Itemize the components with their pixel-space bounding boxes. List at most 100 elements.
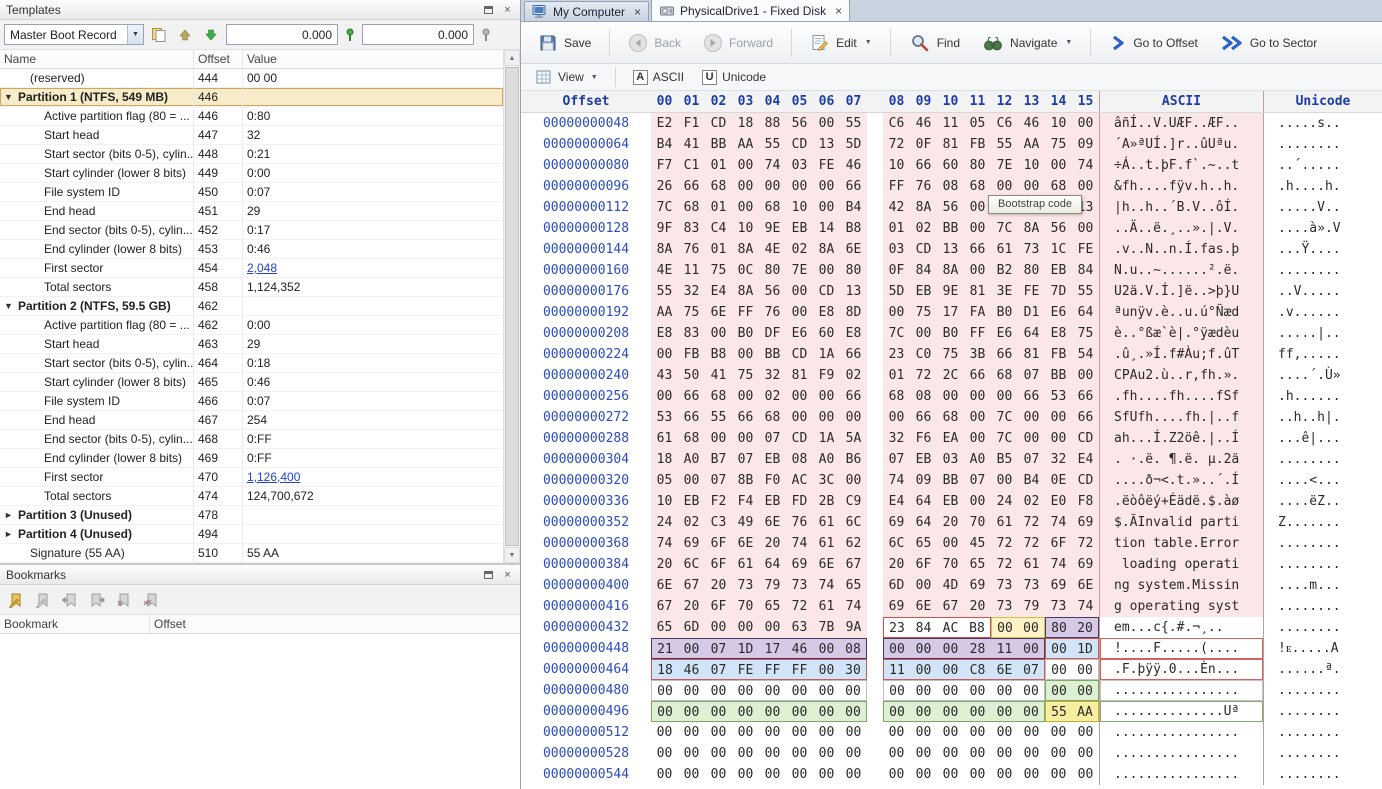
hex-byte-cell[interactable]: 08 bbox=[910, 386, 937, 407]
hex-byte-cell[interactable]: 01 bbox=[883, 218, 910, 239]
hex-byte-cell[interactable]: 8A bbox=[651, 239, 678, 260]
template-offset-field-2[interactable]: 0.000 bbox=[362, 24, 474, 45]
hex-byte-cell[interactable]: 00 bbox=[651, 722, 678, 743]
hex-ascii-cell[interactable]: .v..N..n.Í.fas.þ bbox=[1099, 239, 1264, 260]
hex-byte-cell[interactable]: 80 bbox=[1018, 260, 1045, 281]
hex-byte-cell[interactable]: 00 bbox=[1072, 176, 1099, 197]
hex-byte-cell[interactable]: 8A bbox=[813, 239, 840, 260]
hex-unicode-cell[interactable]: ........ bbox=[1264, 680, 1382, 701]
hex-unicode-cell[interactable]: ........ bbox=[1264, 617, 1382, 638]
hex-byte-cell[interactable]: 70 bbox=[937, 554, 964, 575]
hex-byte-cell[interactable]: 00 bbox=[964, 764, 991, 785]
tab-my-computer[interactable]: My Computer × bbox=[524, 1, 649, 21]
hex-byte-cell[interactable]: 00 bbox=[1072, 218, 1099, 239]
hex-byte-cell[interactable]: 00 bbox=[732, 344, 759, 365]
hex-byte-cell[interactable]: 55 bbox=[840, 113, 867, 134]
hex-byte-cell[interactable]: 9E bbox=[937, 281, 964, 302]
hex-byte-cell[interactable]: 69 bbox=[1072, 512, 1099, 533]
hex-byte-cell[interactable]: FE bbox=[813, 155, 840, 176]
hex-byte-cell[interactable]: FB bbox=[1045, 344, 1072, 365]
hex-byte-cell[interactable]: 00 bbox=[813, 638, 840, 659]
hex-byte-cell[interactable]: 7C bbox=[651, 197, 678, 218]
hex-byte-cell[interactable]: 0C bbox=[732, 260, 759, 281]
hex-byte-cell[interactable]: 00 bbox=[1018, 743, 1045, 764]
hex-byte-cell[interactable]: 83 bbox=[678, 218, 705, 239]
hex-byte-cell[interactable]: 8A bbox=[732, 239, 759, 260]
collapse-arrow-icon[interactable]: ▼ bbox=[4, 297, 16, 315]
hex-byte-cell[interactable]: 32 bbox=[883, 428, 910, 449]
hex-byte-cell[interactable]: 3C bbox=[813, 470, 840, 491]
hex-byte-cell[interactable]: 83 bbox=[678, 323, 705, 344]
hex-ascii-cell[interactable]: em...c{.#.¬¸.. bbox=[1099, 617, 1264, 638]
hex-byte-cell[interactable]: 7C bbox=[991, 428, 1018, 449]
hex-byte-cell[interactable]: 00 bbox=[813, 113, 840, 134]
hex-byte-cell[interactable]: F7 bbox=[651, 155, 678, 176]
hex-byte-cell[interactable]: CD bbox=[786, 344, 813, 365]
hex-byte-cell[interactable]: 65 bbox=[840, 575, 867, 596]
hex-byte-cell[interactable]: 7D bbox=[1045, 281, 1072, 302]
hex-byte-cell[interactable]: 72 bbox=[786, 596, 813, 617]
hex-byte-cell[interactable]: 46 bbox=[786, 638, 813, 659]
hex-byte-cell[interactable]: 75 bbox=[705, 260, 732, 281]
hex-byte-cell[interactable]: 28 bbox=[964, 638, 991, 659]
hex-byte-cell[interactable]: 66 bbox=[1018, 386, 1045, 407]
hex-byte-cell[interactable]: EB bbox=[759, 491, 786, 512]
hex-byte-cell[interactable]: 3B bbox=[964, 344, 991, 365]
hex-byte-cell[interactable]: 66 bbox=[732, 407, 759, 428]
hex-byte-cell[interactable]: 00 bbox=[964, 722, 991, 743]
template-field-row[interactable]: Start cylinder (lower 8 bits)4490:00 bbox=[0, 164, 503, 183]
hex-byte-cell[interactable]: 20 bbox=[937, 512, 964, 533]
hex-byte-cell[interactable]: 00 bbox=[840, 407, 867, 428]
hex-byte-cell[interactable]: 72 bbox=[910, 365, 937, 386]
hex-byte-cell[interactable]: 00 bbox=[651, 344, 678, 365]
collapse-arrow-icon[interactable]: ▼ bbox=[4, 88, 16, 106]
template-field-row[interactable]: Signature (55 AA)51055 AA bbox=[0, 544, 503, 563]
hex-byte-cell[interactable]: 66 bbox=[678, 407, 705, 428]
hex-ascii-cell[interactable]: N.u..~......².ë. bbox=[1099, 260, 1264, 281]
hex-byte-cell[interactable]: 74 bbox=[1072, 155, 1099, 176]
hex-byte-cell[interactable]: 00 bbox=[910, 680, 937, 701]
hex-unicode-cell[interactable]: ......ª. bbox=[1264, 659, 1382, 680]
hex-byte-cell[interactable]: 74 bbox=[883, 470, 910, 491]
bookmark-prev-icon[interactable] bbox=[60, 590, 80, 610]
hex-byte-cell[interactable]: 14 bbox=[813, 218, 840, 239]
hex-byte-cell[interactable]: 20 bbox=[883, 554, 910, 575]
hex-byte-cell[interactable]: F2 bbox=[705, 491, 732, 512]
hex-byte-cell[interactable]: 00 bbox=[678, 638, 705, 659]
hex-byte-cell[interactable]: AC bbox=[937, 617, 964, 638]
unicode-toggle-button[interactable]: U Unicode bbox=[696, 67, 772, 88]
hex-byte-cell[interactable]: CD bbox=[786, 428, 813, 449]
hex-byte-cell[interactable]: C8 bbox=[964, 659, 991, 680]
hex-byte-cell[interactable]: 00 bbox=[705, 722, 732, 743]
hex-unicode-cell[interactable]: ..h..h|. bbox=[1264, 407, 1382, 428]
hex-byte-cell[interactable]: 00 bbox=[1045, 407, 1072, 428]
expand-arrow-icon[interactable]: ► bbox=[4, 525, 16, 543]
hex-byte-cell[interactable]: 00 bbox=[1045, 155, 1072, 176]
close-icon[interactable]: × bbox=[499, 2, 516, 17]
hex-byte-cell[interactable]: 66 bbox=[910, 155, 937, 176]
hex-byte-cell[interactable]: F1 bbox=[678, 113, 705, 134]
hex-byte-cell[interactable]: 41 bbox=[705, 365, 732, 386]
hex-byte-cell[interactable]: F4 bbox=[732, 491, 759, 512]
hex-byte-cell[interactable]: 6E bbox=[732, 533, 759, 554]
template-field-row[interactable]: (reserved)44400 00 bbox=[0, 69, 503, 88]
hex-byte-cell[interactable]: 18 bbox=[651, 449, 678, 470]
hex-unicode-cell[interactable]: ........ bbox=[1264, 596, 1382, 617]
hex-byte-cell[interactable]: 1A bbox=[813, 344, 840, 365]
hex-byte-cell[interactable]: 65 bbox=[910, 533, 937, 554]
hex-byte-cell[interactable]: 00 bbox=[991, 743, 1018, 764]
hex-byte-cell[interactable]: 8A bbox=[910, 197, 937, 218]
hex-byte-cell[interactable]: 07 bbox=[883, 449, 910, 470]
hex-byte-cell[interactable]: 00 bbox=[1045, 743, 1072, 764]
hex-byte-cell[interactable]: AA bbox=[1072, 701, 1099, 722]
template-group-row[interactable]: ▼Partition 1 (NTFS, 549 MB)446 bbox=[0, 88, 503, 107]
hex-byte-cell[interactable]: 10 bbox=[883, 155, 910, 176]
hex-byte-cell[interactable]: 7E bbox=[786, 260, 813, 281]
hex-byte-cell[interactable]: 68 bbox=[705, 386, 732, 407]
hex-byte-cell[interactable]: 68 bbox=[883, 386, 910, 407]
hex-byte-cell[interactable]: 73 bbox=[1045, 596, 1072, 617]
close-icon[interactable]: × bbox=[634, 7, 641, 17]
hex-byte-cell[interactable]: E8 bbox=[651, 323, 678, 344]
hex-byte-cell[interactable]: 00 bbox=[1018, 680, 1045, 701]
hex-byte-cell[interactable]: 13 bbox=[813, 134, 840, 155]
